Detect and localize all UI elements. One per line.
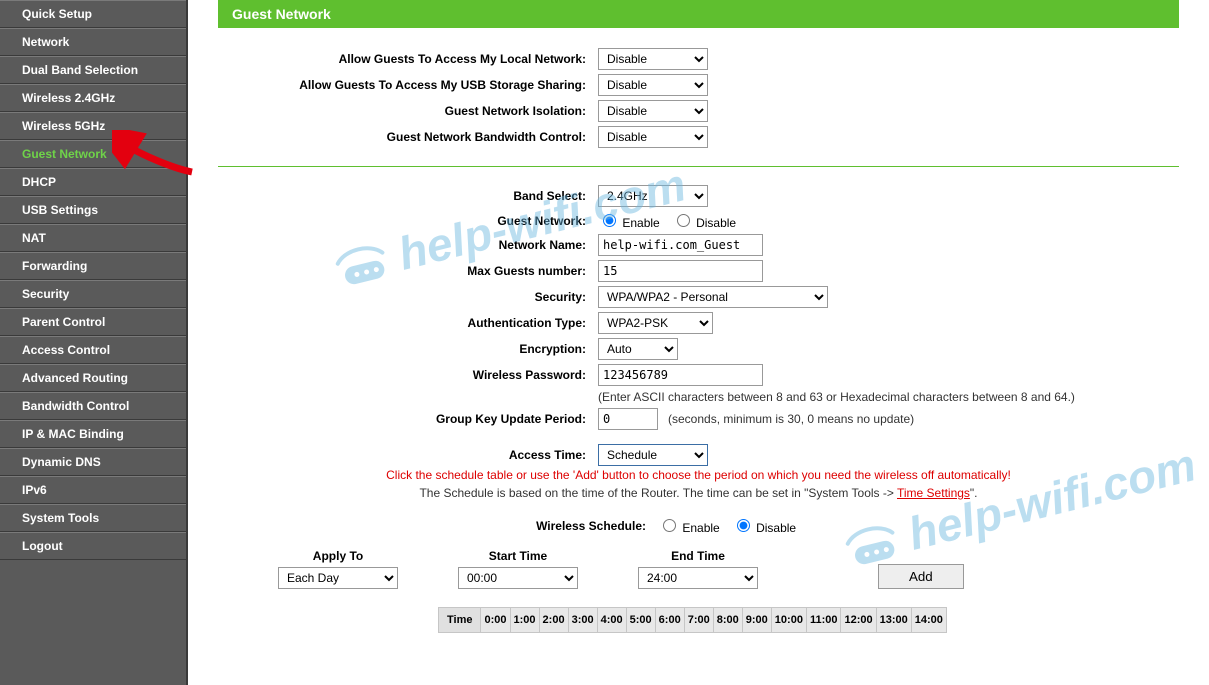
select-end-time[interactable]: 24:00 [638,567,758,589]
schedule-hour-cell[interactable]: 0:00 [481,608,510,633]
divider [218,166,1179,167]
label-max-guests: Max Guests number: [218,264,598,278]
schedule-hour-cell[interactable]: 12:00 [841,608,876,633]
schedule-hour-cell[interactable]: 11:00 [806,608,841,633]
radio-guest-disable[interactable] [677,214,690,227]
schedule-hour-cell[interactable]: 1:00 [510,608,539,633]
sidebar: Quick SetupNetworkDual Band SelectionWir… [0,0,188,685]
select-auth-type[interactable]: WPA2-PSK [598,312,713,334]
schedule-time-header: Time [439,608,481,633]
select-start-time[interactable]: 00:00 [458,567,578,589]
label-allow-local: Allow Guests To Access My Local Network: [218,52,598,66]
sidebar-item-dhcp[interactable]: DHCP [0,168,186,196]
schedule-note: The Schedule is based on the time of the… [218,486,1179,500]
radio-ws-enable-label[interactable]: Enable [658,516,720,535]
schedule-hour-cell[interactable]: 3:00 [568,608,597,633]
select-allow-usb[interactable]: Disable [598,74,708,96]
select-band[interactable]: 2.4GHz [598,185,708,207]
sidebar-item-parent-control[interactable]: Parent Control [0,308,186,336]
label-network-name: Network Name: [218,238,598,252]
sidebar-item-ipv6[interactable]: IPv6 [0,476,186,504]
schedule-hour-cell[interactable]: 13:00 [876,608,911,633]
schedule-red-note: Click the schedule table or use the 'Add… [218,468,1179,482]
schedule-hour-cell[interactable]: 9:00 [742,608,771,633]
sidebar-item-wireless-2-4ghz[interactable]: Wireless 2.4GHz [0,84,186,112]
sidebar-item-quick-setup[interactable]: Quick Setup [0,0,186,28]
schedule-hour-cell[interactable]: 5:00 [626,608,655,633]
select-isolation[interactable]: Disable [598,100,708,122]
label-gk-period: Group Key Update Period: [218,412,598,426]
sidebar-item-access-control[interactable]: Access Control [0,336,186,364]
sidebar-item-nat[interactable]: NAT [0,224,186,252]
label-password: Wireless Password: [218,368,598,382]
radio-ws-enable[interactable] [663,519,676,532]
label-access-time: Access Time: [218,448,598,462]
radio-guest-enable-label[interactable]: Enable [598,211,660,230]
label-start-time: Start Time [458,549,578,563]
schedule-hour-cell[interactable]: 2:00 [539,608,568,633]
label-end-time: End Time [638,549,758,563]
input-gk-period[interactable] [598,408,658,430]
sidebar-item-system-tools[interactable]: System Tools [0,504,186,532]
input-max-guests[interactable] [598,260,763,282]
label-isolation: Guest Network Isolation: [218,104,598,118]
sidebar-item-bandwidth-control[interactable]: Bandwidth Control [0,392,186,420]
select-access-time[interactable]: Schedule [598,444,708,466]
label-security: Security: [218,290,598,304]
label-apply-to: Apply To [278,549,398,563]
select-apply-to[interactable]: Each Day [278,567,398,589]
radio-guest-disable-label[interactable]: Disable [672,211,736,230]
select-bw-control[interactable]: Disable [598,126,708,148]
label-band-select: Band Select: [218,189,598,203]
sidebar-item-advanced-routing[interactable]: Advanced Routing [0,364,186,392]
gk-period-hint: (seconds, minimum is 30, 0 means no upda… [668,412,914,426]
sidebar-item-wireless-5ghz[interactable]: Wireless 5GHz [0,112,186,140]
radio-ws-disable-label[interactable]: Disable [732,516,796,535]
sidebar-item-ip-mac-binding[interactable]: IP & MAC Binding [0,420,186,448]
select-security[interactable]: WPA/WPA2 - Personal [598,286,828,308]
sidebar-item-network[interactable]: Network [0,28,186,56]
schedule-hour-cell[interactable]: 8:00 [713,608,742,633]
schedule-hour-cell[interactable]: 6:00 [655,608,684,633]
add-button[interactable]: Add [878,564,964,589]
select-encryption[interactable]: Auto [598,338,678,360]
sidebar-item-guest-network[interactable]: Guest Network [0,140,186,168]
radio-ws-disable[interactable] [737,519,750,532]
select-allow-local[interactable]: Disable [598,48,708,70]
label-auth-type: Authentication Type: [218,316,598,330]
sidebar-item-security[interactable]: Security [0,280,186,308]
page-title: Guest Network [218,0,1179,28]
time-settings-link[interactable]: Time Settings [897,486,970,500]
label-allow-usb: Allow Guests To Access My USB Storage Sh… [218,78,598,92]
schedule-hour-cell[interactable]: 4:00 [597,608,626,633]
label-wireless-schedule: Wireless Schedule: [218,519,658,533]
sidebar-item-forwarding[interactable]: Forwarding [0,252,186,280]
sidebar-item-dual-band-selection[interactable]: Dual Band Selection [0,56,186,84]
sidebar-item-usb-settings[interactable]: USB Settings [0,196,186,224]
input-network-name[interactable] [598,234,763,256]
password-hint: (Enter ASCII characters between 8 and 63… [598,390,1179,404]
schedule-hour-cell[interactable]: 10:00 [771,608,806,633]
label-guest-network: Guest Network: [218,214,598,228]
label-encryption: Encryption: [218,342,598,356]
sidebar-item-logout[interactable]: Logout [0,532,186,560]
schedule-hour-cell[interactable]: 7:00 [684,608,713,633]
main-content: Guest Network Allow Guests To Access My … [188,0,1209,685]
schedule-table[interactable]: Time0:001:002:003:004:005:006:007:008:00… [438,607,947,633]
input-password[interactable] [598,364,763,386]
radio-guest-enable[interactable] [603,214,616,227]
sidebar-item-dynamic-dns[interactable]: Dynamic DNS [0,448,186,476]
schedule-hour-cell[interactable]: 14:00 [911,608,946,633]
label-bw-control: Guest Network Bandwidth Control: [218,130,598,144]
